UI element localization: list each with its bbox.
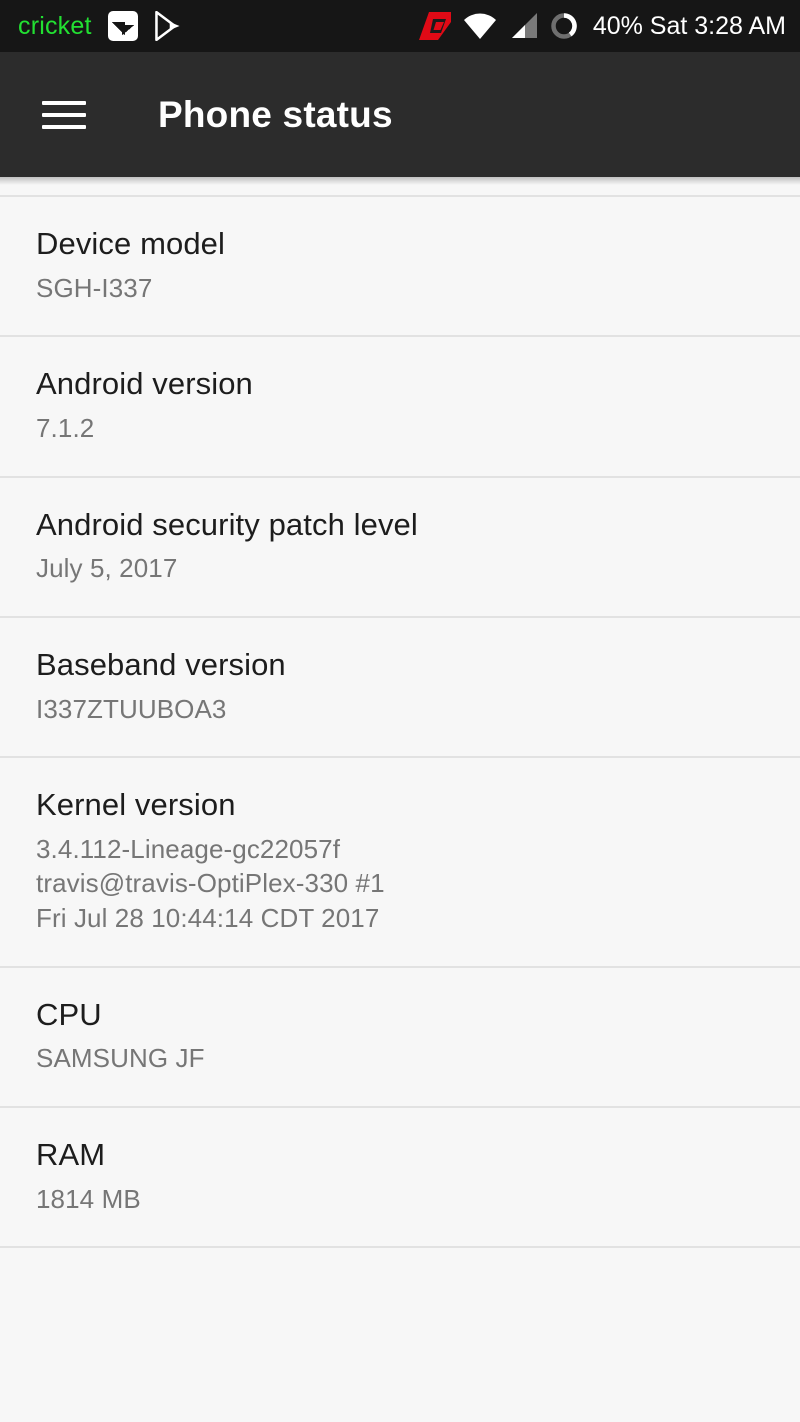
list-item-summary: July 5, 2017	[36, 553, 178, 584]
list-item-title: Baseband version	[36, 646, 286, 682]
list-item-android-security-patch-level[interactable]: Android security patch level July 5, 201…	[0, 478, 800, 616]
list-item-title: Kernel version	[36, 787, 236, 823]
cellular-signal-icon	[511, 13, 537, 38]
play-store-icon	[154, 11, 180, 41]
list-item-summary: SGH-I337	[36, 272, 153, 303]
notification-icons	[107, 11, 182, 41]
list-item-summary: 1814 MB	[36, 1183, 141, 1214]
list-item-cpu[interactable]: CPU SAMSUNG JF	[0, 968, 800, 1106]
list-item-summary: 3.4.112-Lineage-gc22057f travis@travis-O…	[36, 833, 385, 934]
list-item-partial[interactable]	[0, 1248, 800, 1308]
list-item-device-model[interactable]: Device model SGH-I337	[0, 197, 800, 335]
list-item-title: Android security patch level	[36, 506, 418, 542]
phone-status-list: Device model SGH-I337 Android version 7.…	[0, 177, 800, 1309]
app-bar: Phone status	[0, 52, 800, 185]
list-item-title: CPU	[36, 996, 102, 1032]
list-item-summary: SAMSUNG JF	[36, 1043, 205, 1074]
menu-line-3	[42, 124, 86, 129]
menu-line-1	[42, 100, 86, 105]
status-icons: 40% Sat 3:28 AM	[418, 10, 786, 42]
list-item-android-version[interactable]: Android version 7.1.2	[0, 337, 800, 475]
list-item-title: Android version	[36, 366, 253, 402]
hamburger-menu-icon[interactable]	[42, 95, 86, 135]
carrier-label: cricket	[18, 11, 92, 40]
list-item-title: Device model	[36, 226, 226, 261]
status-bar: cricket 40% Sat 3:28 AM	[0, 0, 800, 52]
list-item-kernel-version[interactable]: Kernel version 3.4.112-Lineage-gc22057f …	[0, 758, 800, 965]
list-item-title: RAM	[36, 1136, 106, 1172]
battery-circle-icon	[551, 13, 577, 39]
menu-line-2	[42, 112, 86, 117]
list-item-summary: I337ZTUUBOA3	[36, 693, 227, 724]
status-bar-text: 40% Sat 3:28 AM	[592, 11, 786, 40]
list-item-summary: 7.1.2	[36, 413, 95, 444]
wifi-icon	[463, 13, 496, 39]
screenshot-icon	[107, 11, 138, 41]
list-item-ram[interactable]: RAM 1814 MB	[0, 1108, 800, 1246]
list-item-baseband-version[interactable]: Baseband version I337ZTUUBOA3	[0, 618, 800, 756]
app-logo-icon	[418, 12, 451, 40]
page-title: Phone status	[158, 94, 393, 135]
